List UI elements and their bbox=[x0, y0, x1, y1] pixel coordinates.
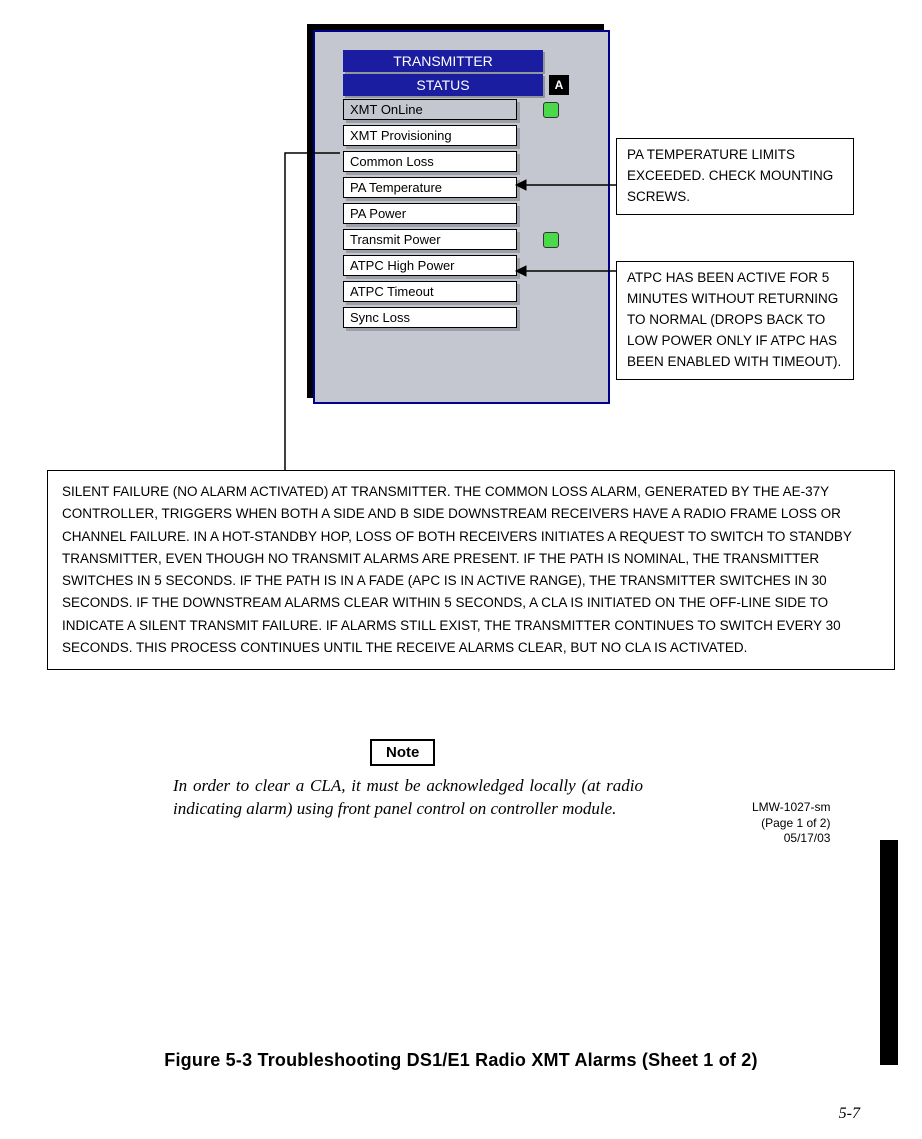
status-item-label: Sync Loss bbox=[343, 307, 517, 328]
status-item-label: Transmit Power bbox=[343, 229, 517, 250]
callout-atpc-high-power: ATPC HAS BEEN ACTIVE FOR 5 MINUTES WITHO… bbox=[616, 261, 854, 380]
docref-page: (Page 1 of 2) bbox=[752, 816, 830, 832]
page-number: 5-7 bbox=[839, 1105, 860, 1123]
status-led-icon bbox=[543, 232, 559, 248]
status-label: STATUS bbox=[343, 74, 543, 96]
connector-common-loss-icon bbox=[275, 150, 345, 480]
status-item-label: XMT Provisioning bbox=[343, 125, 517, 146]
status-item-label: ATPC Timeout bbox=[343, 281, 517, 302]
status-item-label: Common Loss bbox=[343, 151, 517, 172]
status-item-label: PA Temperature bbox=[343, 177, 517, 198]
status-led-icon bbox=[543, 102, 559, 118]
document-reference: LMW-1027-sm (Page 1 of 2) 05/17/03 bbox=[752, 800, 830, 847]
side-a-badge: A bbox=[549, 75, 569, 95]
callout-silent-failure: SILENT FAILURE (NO ALARM ACTIVATED) AT T… bbox=[47, 470, 895, 670]
status-item-row: PA Power bbox=[343, 203, 571, 224]
arrow-atpc-icon bbox=[508, 261, 616, 281]
status-item-row: Common Loss bbox=[343, 151, 571, 172]
status-item-row: XMT Provisioning bbox=[343, 125, 571, 146]
status-item-label: ATPC High Power bbox=[343, 255, 517, 276]
figure-caption: Figure 5-3 Troubleshooting DS1/E1 Radio … bbox=[0, 1050, 922, 1071]
status-item-row: ATPC Timeout bbox=[343, 281, 571, 302]
docref-id: LMW-1027-sm bbox=[752, 800, 830, 816]
panel-title: TRANSMITTER bbox=[343, 50, 543, 72]
status-item-label: PA Power bbox=[343, 203, 517, 224]
docref-date: 05/17/03 bbox=[752, 831, 830, 847]
status-item-label: XMT OnLine bbox=[343, 99, 517, 120]
status-item-row: XMT OnLine bbox=[343, 99, 571, 120]
status-header-row: STATUS A bbox=[343, 74, 571, 96]
status-item-row: Sync Loss bbox=[343, 307, 571, 328]
arrow-patemp-icon bbox=[508, 175, 616, 195]
note-text: In order to clear a CLA, it must be ackn… bbox=[173, 775, 643, 821]
callout-pa-temperature: PA TEMPERATURE LIMITS EXCEEDED. CHECK MO… bbox=[616, 138, 854, 215]
transmitter-panel: TRANSMITTER STATUS A XMT OnLine XMT Provi… bbox=[313, 30, 610, 404]
section-tab bbox=[880, 840, 898, 1065]
note-badge: Note bbox=[370, 739, 435, 766]
status-item-row: Transmit Power bbox=[343, 229, 571, 250]
document-page: TRANSMITTER STATUS A XMT OnLine XMT Provi… bbox=[0, 0, 922, 1139]
